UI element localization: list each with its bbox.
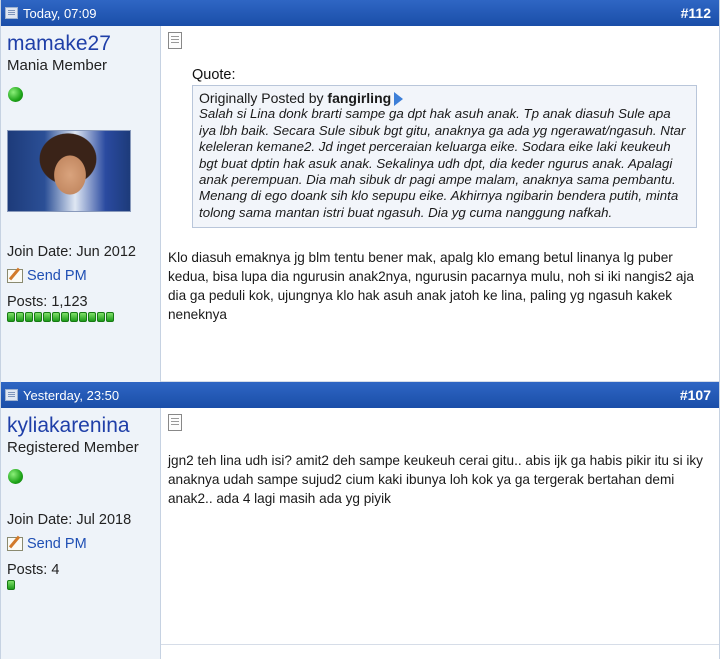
reputation-bar xyxy=(7,580,154,590)
post-message: jgn2 teh lina udh isi? amit2 deh sampe k… xyxy=(168,453,703,506)
post-number: 107 xyxy=(687,387,711,403)
post-date: Yesterday, 23:50 xyxy=(23,387,120,403)
username-link[interactable]: mamake27 xyxy=(7,32,154,56)
send-pm-icon xyxy=(7,269,23,283)
online-status-icon xyxy=(8,469,23,484)
reputation-bar xyxy=(7,312,154,322)
quote-attribution: Originally Posted by fangirling xyxy=(199,90,690,107)
post-112: Today, 07:09 #112 mamake27 Mania Member … xyxy=(0,0,720,382)
send-pm-label: Send PM xyxy=(27,268,87,284)
join-date: Join Date: Jul 2018 xyxy=(7,512,132,528)
quote-label: Quote: xyxy=(192,67,236,83)
posts-count: Posts: 4 xyxy=(7,562,60,578)
quote-box: Originally Posted by fangirling Salah si… xyxy=(192,85,697,229)
user-title: Mania Member xyxy=(7,57,108,74)
quote: Quote: Originally Posted by fangirling S… xyxy=(192,67,697,229)
post-header: Today, 07:09 #112 xyxy=(1,0,719,26)
post-number-link[interactable]: #107 xyxy=(680,387,711,403)
user-info-panel: kyliakarenina Registered Member Join Dat… xyxy=(1,408,161,659)
send-pm-label: Send PM xyxy=(27,536,87,552)
online-status-icon xyxy=(8,87,23,102)
username-link[interactable]: kyliakarenina xyxy=(7,414,154,438)
post-header: Yesterday, 23:50 #107 xyxy=(1,382,719,408)
avatar[interactable] xyxy=(7,130,131,212)
post-icon xyxy=(5,389,18,401)
quote-text: Salah si Lina donk brarti sampe ga dpt h… xyxy=(199,106,686,220)
quote-by-prefix: Originally Posted by xyxy=(199,90,328,106)
send-pm-link[interactable]: Send PM xyxy=(7,268,154,284)
send-pm-icon xyxy=(7,537,23,551)
join-date: Join Date: Jun 2012 xyxy=(7,244,136,260)
post-footer-divider xyxy=(161,644,719,645)
send-pm-link[interactable]: Send PM xyxy=(7,536,154,552)
quote-author: fangirling xyxy=(327,90,392,106)
user-info-panel: mamake27 Mania Member Join Date: Jun 201… xyxy=(1,26,161,382)
user-title: Registered Member xyxy=(7,439,139,456)
view-post-arrow-icon[interactable] xyxy=(394,92,404,107)
posts-count: Posts: 1,123 xyxy=(7,294,88,310)
post-icon xyxy=(5,7,18,19)
post-document-icon xyxy=(168,32,182,49)
post-content: jgn2 teh lina udh isi? amit2 deh sampe k… xyxy=(161,408,719,659)
post-message: Klo diasuh emaknya jg blm tentu bener ma… xyxy=(168,250,694,323)
post-number-link[interactable]: #112 xyxy=(681,5,711,21)
post-date: Today, 07:09 xyxy=(23,5,97,21)
post-number: 112 xyxy=(688,5,711,21)
post-107: Yesterday, 23:50 #107 kyliakarenina Regi… xyxy=(0,382,720,659)
post-document-icon xyxy=(168,414,182,431)
post-content: Quote: Originally Posted by fangirling S… xyxy=(161,26,719,382)
